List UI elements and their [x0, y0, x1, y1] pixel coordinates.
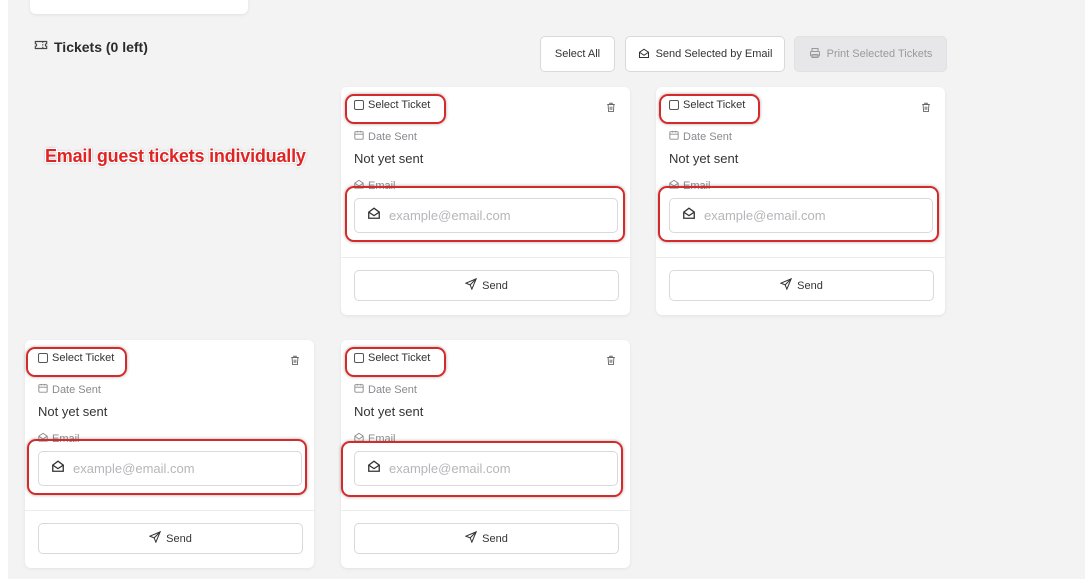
- divider: [341, 257, 630, 258]
- email-input[interactable]: [704, 208, 924, 223]
- email-field[interactable]: [669, 198, 933, 233]
- section-title-text: Tickets (0 left): [54, 38, 148, 55]
- send-label: Send: [482, 532, 508, 545]
- select-ticket-checkbox[interactable]: Select Ticket: [354, 352, 430, 364]
- checkbox[interactable]: [38, 353, 48, 363]
- email-field[interactable]: [354, 451, 618, 486]
- envelope-icon: [38, 432, 48, 445]
- trash-icon[interactable]: [606, 353, 616, 366]
- select-all-label: Select All: [554, 48, 601, 60]
- date-sent-text: Date Sent: [368, 130, 417, 143]
- send-selected-label: Send Selected by Email: [655, 48, 773, 60]
- annotation-callout: Email guest tickets individually: [45, 146, 306, 166]
- select-ticket-label: Select Ticket: [52, 352, 115, 364]
- checkbox[interactable]: [669, 100, 679, 110]
- email-label: Email: [354, 432, 396, 445]
- email-label: Email: [38, 432, 80, 445]
- email-label: Email: [354, 179, 396, 192]
- select-ticket-checkbox[interactable]: Select Ticket: [669, 99, 745, 111]
- envelope-icon: [669, 179, 679, 192]
- send-label: Send: [482, 279, 508, 292]
- calendar-icon: [354, 383, 364, 396]
- trash-icon[interactable]: [606, 100, 616, 113]
- send-icon: [464, 277, 478, 293]
- date-sent-text: Date Sent: [52, 383, 101, 396]
- tickets-panel: Tickets (0 left) Select All Send Selecte…: [8, 0, 1085, 579]
- ticket-icon: [34, 38, 48, 55]
- divider: [341, 510, 630, 511]
- date-sent-value: Not yet sent: [669, 151, 739, 166]
- date-sent-text: Date Sent: [368, 383, 417, 396]
- email-label: Email: [669, 179, 711, 192]
- envelope-icon: [367, 206, 381, 225]
- date-sent-label: Date Sent: [669, 130, 732, 143]
- calendar-icon: [38, 383, 48, 396]
- envelope-icon: [682, 206, 696, 225]
- date-sent-text: Date Sent: [683, 130, 732, 143]
- top-card: [30, 0, 248, 14]
- select-ticket-checkbox[interactable]: Select Ticket: [38, 352, 114, 364]
- calendar-icon: [669, 130, 679, 143]
- trash-icon[interactable]: [290, 353, 300, 366]
- trash-icon[interactable]: [921, 100, 931, 113]
- envelope-icon: [367, 459, 381, 478]
- select-ticket-checkbox[interactable]: Select Ticket: [354, 99, 430, 111]
- ticket-card: Select Ticket Date Sent Not yet sent Ema…: [341, 87, 630, 315]
- email-label-text: Email: [52, 432, 80, 445]
- checkbox[interactable]: [354, 100, 364, 110]
- divider: [656, 257, 945, 258]
- send-button[interactable]: Send: [354, 523, 619, 554]
- send-selected-by-email-button[interactable]: Send Selected by Email: [625, 36, 785, 72]
- select-ticket-label: Select Ticket: [368, 352, 431, 364]
- email-field[interactable]: [38, 451, 302, 486]
- date-sent-label: Date Sent: [38, 383, 101, 396]
- divider: [25, 510, 314, 511]
- email-label-text: Email: [683, 179, 711, 192]
- print-selected-tickets-button[interactable]: Print Selected Tickets: [794, 36, 947, 72]
- date-sent-value: Not yet sent: [354, 404, 424, 419]
- send-icon: [464, 530, 478, 546]
- select-ticket-label: Select Ticket: [368, 99, 431, 111]
- email-field[interactable]: [354, 198, 618, 233]
- date-sent-value: Not yet sent: [354, 151, 424, 166]
- send-button[interactable]: Send: [354, 270, 619, 301]
- checkbox[interactable]: [354, 353, 364, 363]
- email-input[interactable]: [73, 461, 293, 476]
- date-sent-value: Not yet sent: [38, 404, 108, 419]
- send-icon: [148, 530, 162, 546]
- envelope-icon: [51, 459, 65, 478]
- ticket-card: Select Ticket Date Sent Not yet sent Ema…: [341, 340, 630, 568]
- envelope-icon: [354, 432, 364, 445]
- send-icon: [779, 277, 793, 293]
- send-label: Send: [797, 279, 823, 292]
- ticket-card: Select Ticket Date Sent Not yet sent Ema…: [656, 87, 945, 315]
- email-label-text: Email: [368, 179, 396, 192]
- calendar-icon: [354, 130, 364, 143]
- send-button[interactable]: Send: [669, 270, 934, 301]
- print-selected-label: Print Selected Tickets: [826, 48, 933, 60]
- select-all-button[interactable]: Select All: [540, 36, 615, 72]
- envelope-icon: [354, 179, 364, 192]
- printer-icon: [809, 47, 821, 62]
- select-ticket-label: Select Ticket: [683, 99, 746, 111]
- send-button[interactable]: Send: [38, 523, 303, 554]
- date-sent-label: Date Sent: [354, 383, 417, 396]
- envelope-icon: [638, 47, 650, 62]
- section-title: Tickets (0 left): [34, 38, 148, 55]
- send-label: Send: [166, 532, 192, 545]
- ticket-card: Select Ticket Date Sent Not yet sent Ema…: [25, 340, 314, 568]
- email-label-text: Email: [368, 432, 396, 445]
- date-sent-label: Date Sent: [354, 130, 417, 143]
- email-input[interactable]: [389, 208, 609, 223]
- email-input[interactable]: [389, 461, 609, 476]
